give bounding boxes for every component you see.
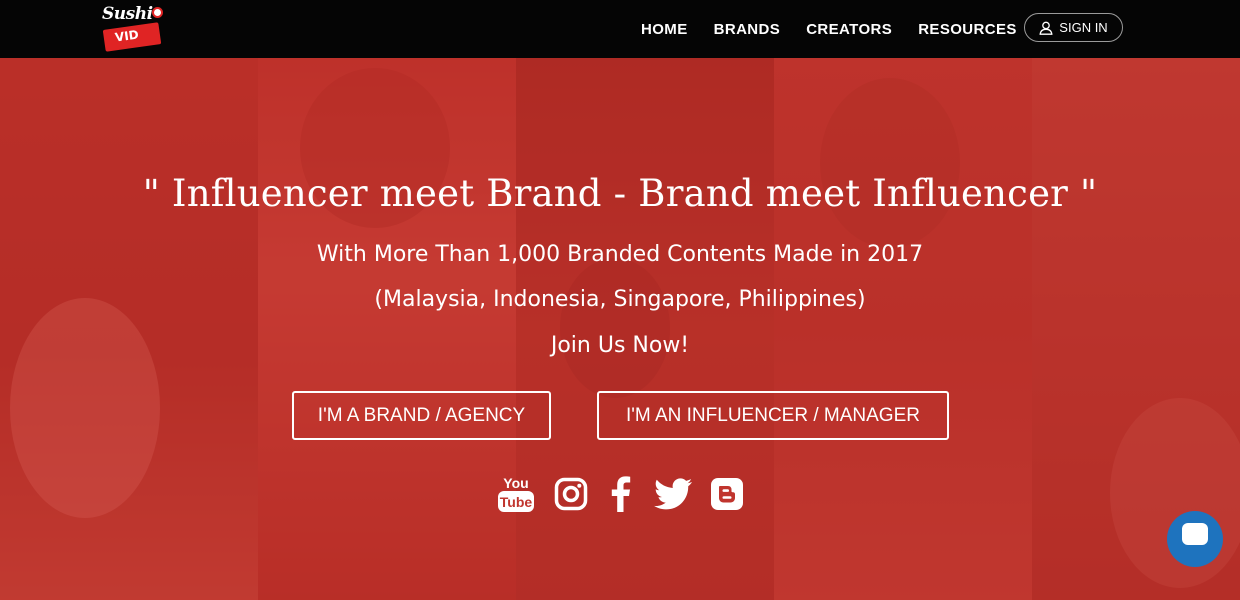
nav-resources[interactable]: RESOURCES [918, 21, 1017, 38]
red-overlay [0, 58, 1240, 600]
nav-links: HOME BRANDS CREATORS RESOURCES [628, 0, 1030, 58]
hero-title: " Influencer meet Brand - Brand meet Inf… [142, 172, 1098, 215]
hero-subtitle-3: Join Us Now! [550, 333, 690, 358]
twitter-icon[interactable] [654, 478, 692, 510]
logo-text-top: Sushi [102, 4, 153, 24]
top-navbar: Sushi VID HOME BRANDS CREATORS RESOURCES… [0, 0, 1240, 58]
sign-in-button[interactable]: SIGN IN [1024, 13, 1123, 42]
chat-widget-button[interactable] [1167, 511, 1223, 567]
social-links: You Tube [0, 474, 1240, 514]
brand-agency-button[interactable]: I'M A BRAND / AGENCY [292, 391, 551, 440]
page: Sushi VID HOME BRANDS CREATORS RESOURCES… [0, 0, 1240, 600]
user-icon [1039, 21, 1053, 35]
instagram-icon[interactable] [554, 477, 588, 511]
facebook-icon[interactable] [606, 476, 636, 512]
hero-subtitle-2: (Malaysia, Indonesia, Singapore, Philipp… [374, 287, 866, 312]
hero-subtitle-1: With More Than 1,000 Branded Contents Ma… [316, 242, 924, 267]
sushivid-logo[interactable]: Sushi VID [102, 4, 164, 54]
nav-creators[interactable]: CREATORS [806, 21, 892, 38]
youtube-text-bottom: Tube [500, 494, 533, 510]
chat-icon [1182, 523, 1208, 545]
hero-section: " Influencer meet Brand - Brand meet Inf… [0, 58, 1240, 600]
nav-brands[interactable]: BRANDS [714, 21, 781, 38]
sign-in-label: SIGN IN [1059, 20, 1108, 35]
youtube-icon[interactable]: You Tube [496, 474, 536, 514]
nav-home[interactable]: HOME [641, 21, 688, 38]
youtube-text-top: You [503, 475, 528, 491]
logo-dot [152, 7, 163, 18]
influencer-manager-button[interactable]: I'M AN INFLUENCER / MANAGER [597, 391, 949, 440]
blogger-icon[interactable] [710, 477, 744, 511]
